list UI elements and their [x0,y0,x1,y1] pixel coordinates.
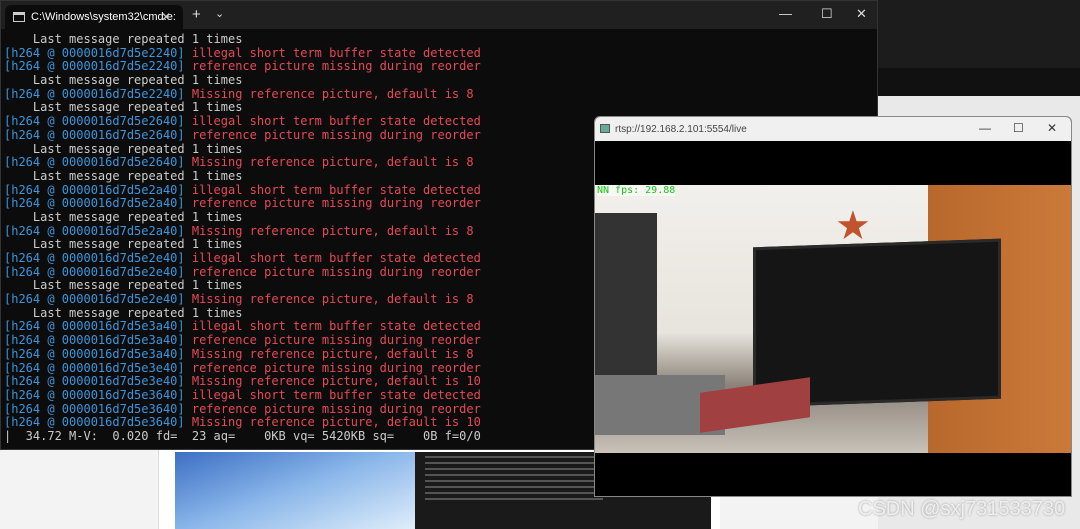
log-prefix: [h264 @ 0000016d7d5e3a40] [4,319,192,334]
log-prefix: [h264 @ 0000016d7d5e2640] [4,155,192,170]
terminal-titlebar: C:\Windows\system32\cmd.e: ✕ + ⌄ — ☐ ✕ [1,1,877,29]
log-prefix: [h264 @ 0000016d7d5e2e40] [4,251,192,265]
log-message: reference picture missing during reorder [191,196,481,211]
log-message: Missing reference picture, default is 8 [191,155,474,170]
log-prefix: [h264 @ 0000016d7d5e3e40] [4,360,192,375]
log-info: Last message repeated 1 times [4,209,243,224]
log-message: Missing reference picture, default is 10 [191,415,481,430]
video-titlebar: rtsp://192.168.2.101:5554/live — ☐ ✕ [595,117,1071,141]
maximize-button[interactable]: ☐ [1013,121,1024,135]
log-info: | 34.72 M-V: 0.020 fd= 23 aq= 0KB vq= 54… [4,428,481,443]
log-prefix: [h264 @ 0000016d7d5e2a40] [4,182,192,197]
log-message: Missing reference picture, default is 8 [191,292,474,307]
log-prefix: [h264 @ 0000016d7d5e2640] [4,114,192,129]
log-message: reference picture missing during reorder [191,264,481,279]
terminal-line: Last message repeated 1 times [4,73,877,88]
log-prefix: [h264 @ 0000016d7d5e2240] [4,86,192,101]
app-icon [600,124,610,133]
landscape-thumbnail [175,452,415,529]
video-window: rtsp://192.168.2.101:5554/live — ☐ ✕ ★ N… [594,116,1072,497]
log-message: illegal short term buffer state detected [191,319,481,334]
log-prefix: [h264 @ 0000016d7d5e2a40] [4,196,192,211]
log-prefix: [h264 @ 0000016d7d5e2640] [4,127,192,142]
close-tab-icon[interactable]: ✕ [161,10,171,24]
log-info: Last message repeated 1 times [4,32,243,46]
log-message: reference picture missing during reorder [191,360,481,375]
log-message: illegal short term buffer state detected [191,114,481,129]
log-prefix: [h264 @ 0000016d7d5e3e40] [4,374,192,389]
log-info: Last message repeated 1 times [4,141,243,156]
terminal-line: [h264 @ 0000016d7d5e2240] Missing refere… [4,86,877,102]
log-message: illegal short term buffer state detected [191,182,481,197]
log-info: Last message repeated 1 times [4,168,243,183]
log-prefix: [h264 @ 0000016d7d5e2240] [4,59,192,74]
log-message: illegal short term buffer state detected [191,45,481,60]
minimize-button[interactable]: — [779,6,792,21]
tab-title: C:\Windows\system32\cmd.e: [31,11,176,23]
log-prefix: [h264 @ 0000016d7d5e2240] [4,45,192,60]
close-button[interactable]: ✕ [856,6,867,22]
log-prefix: [h264 @ 0000016d7d5e3640] [4,387,192,402]
log-prefix: [h264 @ 0000016d7d5e3a40] [4,333,192,348]
log-message: reference picture missing during reorder [191,333,481,348]
log-message: reference picture missing during reorder [191,401,481,416]
terminal-line: [h264 @ 0000016d7d5e2240] reference pict… [4,60,877,74]
terminal-line: [h264 @ 0000016d7d5e2240] illegal short … [4,45,877,61]
log-info: Last message repeated 1 times [4,100,243,115]
log-prefix: [h264 @ 0000016d7d5e3640] [4,401,192,416]
cmd-icon [13,12,25,22]
log-prefix: [h264 @ 0000016d7d5e2e40] [4,292,192,307]
star-decoration: ★ [835,204,871,248]
video-title: rtsp://192.168.2.101:5554/live [615,123,747,135]
terminal-line: Last message repeated 1 times [4,101,877,115]
log-info: Last message repeated 1 times [4,278,243,293]
video-frame: ★ NN fps: 29.88 [595,185,1071,453]
chevron-down-icon[interactable]: ⌄ [215,7,224,20]
log-message: illegal short term buffer state detected [191,251,481,265]
log-prefix: [h264 @ 0000016d7d5e2a40] [4,223,192,238]
log-message: Missing reference picture, default is 8 [191,223,474,238]
log-message: illegal short term buffer state detected [191,387,481,402]
minimize-button[interactable]: — [979,121,991,135]
log-info: Last message repeated 1 times [4,305,243,320]
log-message: Missing reference picture, default is 8 [191,346,474,361]
log-prefix: [h264 @ 0000016d7d5e3640] [4,415,192,430]
log-message: Missing reference picture, default is 8 [191,86,474,101]
log-message: reference picture missing during reorder [191,127,481,142]
log-prefix: [h264 @ 0000016d7d5e3a40] [4,346,192,361]
watermark: CSDN @sxj731533730 [858,498,1066,520]
new-tab-button[interactable]: + [192,6,201,23]
terminal-line: Last message repeated 1 times [4,32,877,47]
log-info: Last message repeated 1 times [4,237,243,252]
close-button[interactable]: ✕ [1047,121,1057,135]
maximize-button[interactable]: ☐ [821,6,833,22]
log-prefix: [h264 @ 0000016d7d5e2e40] [4,264,192,279]
log-message: reference picture missing during reorder [191,59,481,74]
fps-overlay: NN fps: 29.88 [597,185,676,196]
log-message: Missing reference picture, default is 10 [191,374,481,389]
terminal-tab[interactable]: C:\Windows\system32\cmd.e: ✕ [5,5,183,29]
log-info: Last message repeated 1 times [4,73,243,88]
